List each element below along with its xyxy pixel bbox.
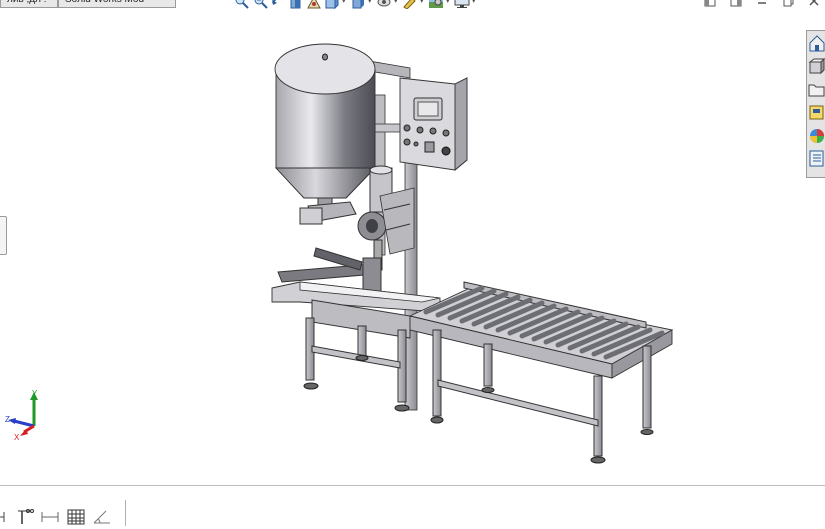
custom-properties-icon[interactable]: [807, 148, 825, 168]
smart-dimension-icon[interactable]: [14, 508, 34, 526]
filling-machine-model: [271, 43, 674, 464]
grid-icon[interactable]: [66, 508, 86, 526]
graphics-area[interactable]: [0, 0, 825, 485]
toolbar-divider: [125, 500, 126, 526]
line-icon[interactable]: [0, 508, 14, 526]
z-axis: [13, 419, 35, 428]
triad-z-label: Z: [5, 415, 10, 424]
appearances-icon[interactable]: [807, 125, 825, 145]
angle-icon[interactable]: [92, 508, 112, 526]
horizontal-dimension-icon[interactable]: [40, 508, 60, 526]
triad-x-label: X: [14, 433, 20, 442]
view-triad: Y Z X: [4, 388, 54, 444]
file-explorer-icon[interactable]: [807, 79, 825, 99]
status-bar: [0, 485, 825, 529]
design-library-icon[interactable]: [807, 56, 825, 76]
task-pane: [806, 30, 825, 178]
view-palette-icon[interactable]: [807, 102, 825, 122]
resources-icon[interactable]: [807, 33, 825, 53]
triad-y-label: Y: [32, 389, 38, 398]
